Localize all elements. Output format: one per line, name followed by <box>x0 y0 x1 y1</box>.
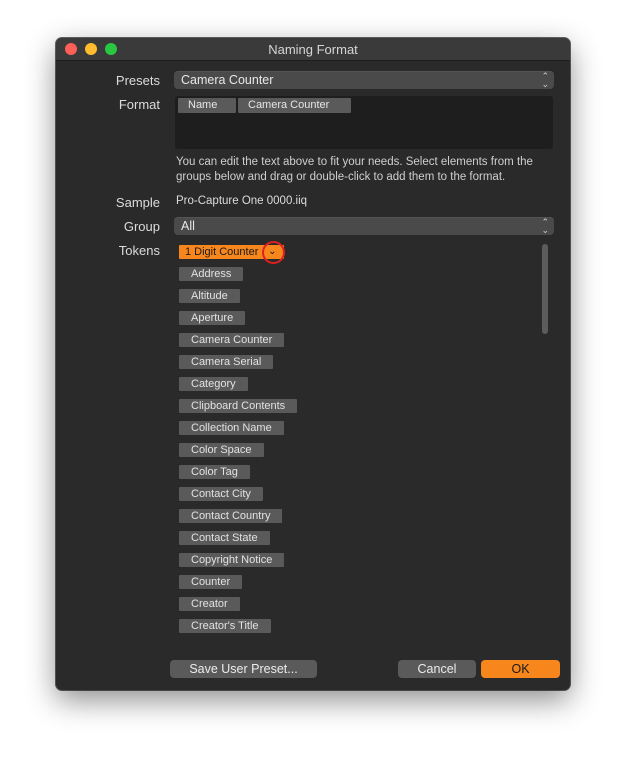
tokens-label: Tokens <box>118 243 160 258</box>
save-user-preset-button[interactable]: Save User Preset... <box>170 660 317 678</box>
token-contact-city[interactable]: Contact City <box>179 487 263 501</box>
sample-value: Pro-Capture One 0000.iiq <box>176 195 308 207</box>
highlight-ring <box>262 241 285 264</box>
token-category[interactable]: Category <box>179 377 248 391</box>
format-token-name[interactable]: Name <box>178 98 236 113</box>
group-label: Group <box>123 219 160 234</box>
naming-format-dialog: Naming Format Presets Camera Counter ⌃ ⌄ … <box>56 38 570 690</box>
tokens-scrollbar[interactable] <box>542 244 548 334</box>
token-counter[interactable]: Counter <box>179 575 243 589</box>
token-camera-serial[interactable]: Camera Serial <box>179 355 274 369</box>
format-token-camera-counter[interactable]: Camera Counter <box>238 98 351 113</box>
token-address[interactable]: Address <box>179 267 244 281</box>
sample-label: Sample <box>115 195 160 210</box>
presets-label: Presets <box>115 73 160 88</box>
token-label: 1 Digit Counter <box>185 246 259 258</box>
updown-chevron-icon: ⌃ ⌄ <box>541 217 549 235</box>
token-color-tag[interactable]: Color Tag <box>179 465 250 479</box>
cancel-button[interactable]: Cancel <box>398 660 476 678</box>
token-creators-title[interactable]: Creator's Title <box>179 619 271 633</box>
help-text: You can edit the text above to fit your … <box>176 156 533 183</box>
token-camera-counter[interactable]: Camera Counter <box>179 333 285 347</box>
token-copyright-notice[interactable]: Copyright Notice <box>179 553 285 567</box>
ok-button[interactable]: OK <box>481 660 560 678</box>
format-field[interactable]: Name Camera Counter <box>175 96 553 149</box>
group-popup[interactable]: All ⌃ ⌄ <box>174 217 554 235</box>
updown-chevron-icon: ⌃ ⌄ <box>541 71 549 89</box>
token-aperture[interactable]: Aperture <box>179 311 246 325</box>
presets-popup[interactable]: Camera Counter ⌃ ⌄ <box>174 71 554 89</box>
window-title: Naming Format <box>268 42 358 57</box>
group-value: All <box>181 219 195 233</box>
token-contact-country[interactable]: Contact Country <box>179 509 283 523</box>
token-altitude[interactable]: Altitude <box>179 289 240 303</box>
format-label: Format <box>118 97 160 112</box>
token-color-space[interactable]: Color Space <box>179 443 264 457</box>
presets-value: Camera Counter <box>181 73 274 87</box>
token-creator[interactable]: Creator <box>179 597 240 611</box>
token-contact-state[interactable]: Contact State <box>179 531 270 545</box>
title-bar: Naming Format <box>56 38 570 61</box>
token-collection-name[interactable]: Collection Name <box>179 421 284 435</box>
token-clipboard-contents[interactable]: Clipboard Contents <box>179 399 298 413</box>
